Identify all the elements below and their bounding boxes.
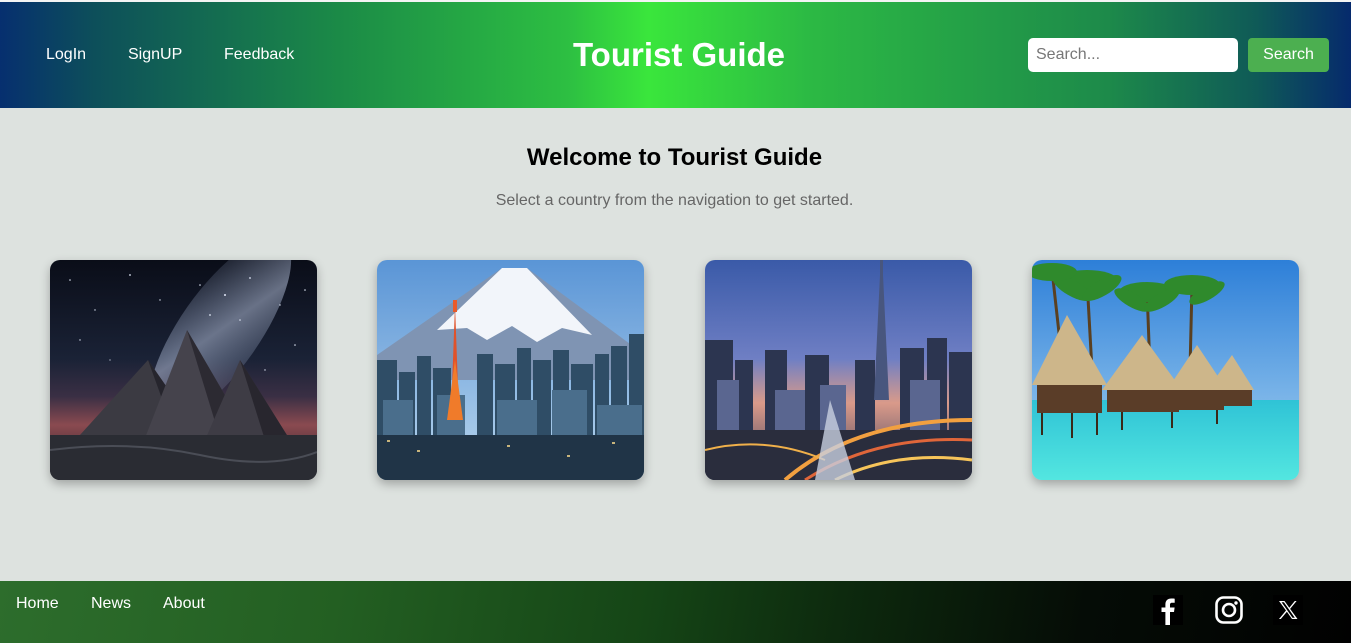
instagram-icon[interactable] bbox=[1214, 595, 1244, 625]
site-header: LogIn SignUP Feedback Tourist Guide Sear… bbox=[0, 2, 1351, 108]
footer-home-link[interactable]: Home bbox=[16, 595, 59, 613]
site-footer: Home News About bbox=[0, 581, 1351, 643]
facebook-icon[interactable] bbox=[1153, 595, 1183, 625]
page-subtitle: Select a country from the navigation to … bbox=[495, 192, 854, 209]
search-button[interactable]: Search bbox=[1248, 38, 1329, 72]
destination-card-tokyo[interactable] bbox=[377, 260, 644, 480]
search-input[interactable] bbox=[1028, 38, 1238, 72]
footer-news-link[interactable]: News bbox=[91, 595, 131, 613]
page-heading: Welcome to Tourist Guide bbox=[526, 144, 823, 171]
dubai-skyline-image bbox=[705, 260, 972, 480]
destination-card-maldives[interactable] bbox=[1032, 260, 1299, 480]
x-icon[interactable] bbox=[1273, 595, 1303, 625]
mount-fuji-image bbox=[377, 260, 644, 480]
destination-card-pyramids[interactable] bbox=[50, 260, 317, 480]
pyramids-image bbox=[50, 260, 317, 480]
maldives-villas-image bbox=[1032, 260, 1299, 480]
destination-card-dubai[interactable] bbox=[705, 260, 972, 480]
footer-about-link[interactable]: About bbox=[163, 595, 205, 613]
